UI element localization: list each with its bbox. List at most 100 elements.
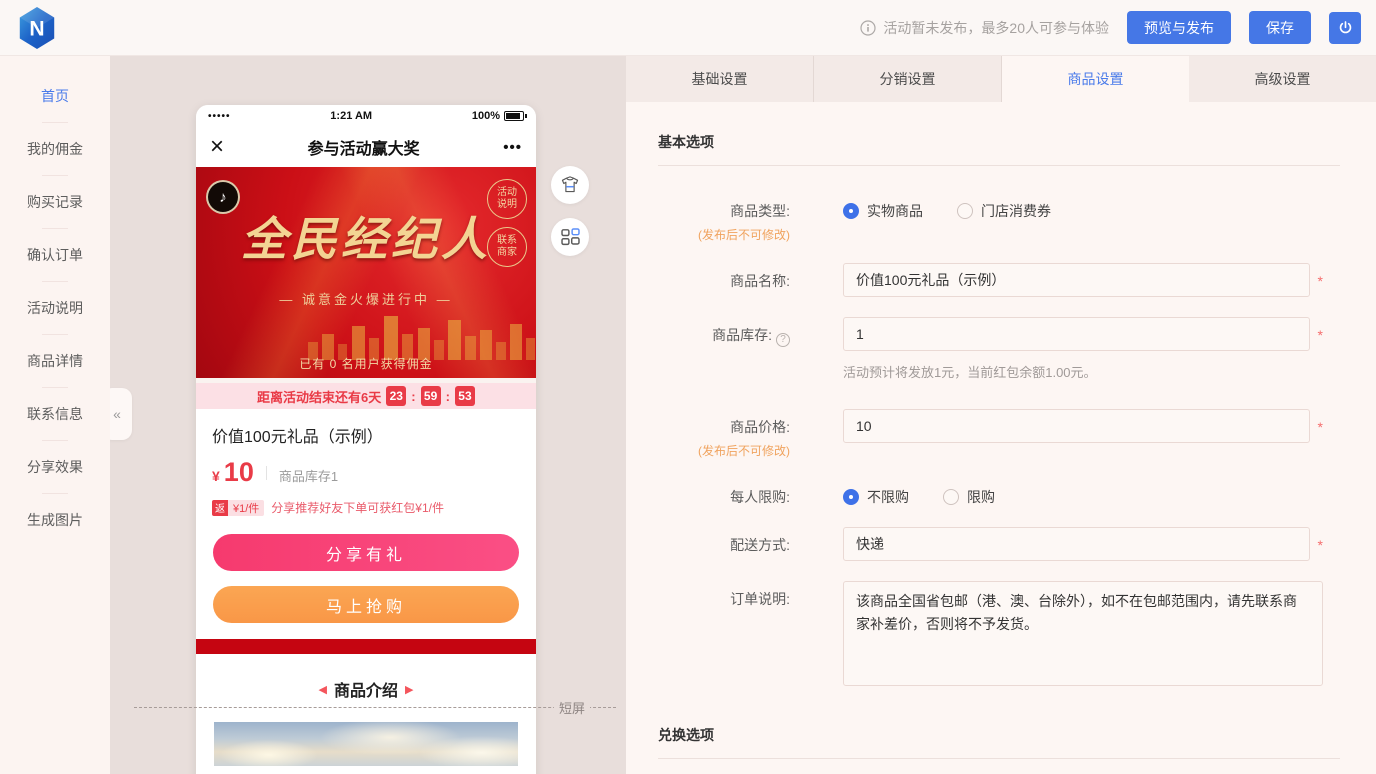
statusbar-time: 1:21 AM bbox=[330, 110, 373, 122]
product-name-input[interactable] bbox=[843, 263, 1310, 297]
info-icon bbox=[860, 19, 877, 36]
tab-product-settings[interactable]: 商品设置 bbox=[1002, 56, 1189, 102]
field-delivery-method: 配送方式: * bbox=[658, 527, 1340, 561]
field-label: 商品类型: bbox=[730, 203, 790, 219]
intro-title: 商品介绍 bbox=[333, 683, 398, 700]
skyline-graphic bbox=[308, 316, 535, 360]
radio-store-coupon[interactable]: 门店消费券 bbox=[957, 201, 1051, 221]
radio-icon bbox=[843, 489, 859, 505]
product-card: 价值100元礼品（示例） ¥ 10 商品库存1 返 ¥1/件 分享推荐好友下单可… bbox=[196, 409, 536, 532]
field-product-price: 商品价格: (发布后不可修改) * bbox=[658, 409, 1340, 459]
power-button[interactable] bbox=[1329, 11, 1361, 44]
theme-style-button[interactable] bbox=[551, 166, 589, 204]
field-note: (发布后不可修改) bbox=[698, 444, 790, 458]
required-marker: * bbox=[1317, 327, 1323, 343]
sidebar-item-share-effect[interactable]: 分享效果 bbox=[0, 441, 110, 493]
buy-now-button[interactable]: 马上抢购 bbox=[213, 586, 519, 623]
preview-publish-button[interactable]: 预览与发布 bbox=[1127, 11, 1231, 44]
signal-dots-icon: ••••• bbox=[208, 110, 231, 122]
short-screen-guide-line bbox=[134, 707, 616, 708]
banner-stats: 已有 0 名用户获得佣金 bbox=[299, 357, 433, 371]
order-note-textarea[interactable]: 该商品全国省包邮（港、澳、台除外），如不在包邮范围内，请先联系商家补差价，否则将… bbox=[843, 581, 1323, 686]
sidebar-item-activity-note[interactable]: 活动说明 bbox=[0, 282, 110, 334]
tab-basic-settings[interactable]: 基础设置 bbox=[626, 56, 814, 102]
required-marker: * bbox=[1317, 419, 1323, 435]
field-label: 订单说明: bbox=[730, 591, 790, 607]
power-icon bbox=[1339, 21, 1351, 34]
battery-percent: 100% bbox=[471, 110, 500, 122]
section-basic-options: 基本选项 bbox=[658, 134, 714, 150]
preview-canvas: « ••••• 1:21 AM 100% × 参与活动赢大奖 ••• ♪ 活动 … bbox=[110, 56, 626, 774]
required-marker: * bbox=[1317, 273, 1323, 289]
radio-physical-product[interactable]: 实物商品 bbox=[843, 201, 923, 221]
countdown-seconds: 53 bbox=[454, 386, 475, 406]
sidebar-collapse-handle[interactable]: « bbox=[110, 388, 132, 440]
rebate-tag: 返 bbox=[212, 499, 228, 516]
banner-title: 全民经纪人 bbox=[241, 212, 491, 266]
radio-icon bbox=[843, 203, 859, 219]
layout-components-button[interactable] bbox=[551, 218, 589, 256]
field-label: 每人限购: bbox=[730, 489, 790, 505]
sidebar-item-contact-info[interactable]: 联系信息 bbox=[0, 388, 110, 440]
product-stock: 商品库存1 bbox=[278, 469, 339, 484]
tab-advanced-settings[interactable]: 高级设置 bbox=[1189, 56, 1376, 102]
section-exchange-options: 兑换选项 bbox=[658, 727, 714, 743]
field-label: 商品库存: bbox=[712, 327, 772, 343]
product-stock-input[interactable] bbox=[843, 317, 1310, 351]
countdown-minutes: 59 bbox=[420, 386, 441, 406]
rebate-description: 分享推荐好友下单可获红包¥1/件 bbox=[271, 501, 444, 515]
product-price-input[interactable] bbox=[843, 409, 1310, 443]
radio-icon bbox=[957, 203, 973, 219]
close-icon[interactable]: × bbox=[210, 135, 224, 159]
contact-merchant-badge[interactable]: 联系 商家 bbox=[487, 227, 527, 267]
help-icon[interactable]: ? bbox=[776, 332, 790, 347]
left-arrow-icon: ◀ bbox=[318, 683, 327, 696]
settings-panel: 基础设置 分销设置 商品设置 高级设置 基本选项 商品类型: (发布后不可修改)… bbox=[626, 56, 1376, 774]
app-logo-icon: N bbox=[19, 6, 55, 49]
countdown-bar: 距离活动结束还有6天 23 : 59 : 53 bbox=[196, 383, 536, 409]
publish-status-text: 活动暂未发布，最多20人可参与体验 bbox=[883, 19, 1109, 36]
activity-banner: ♪ 活动 说明 联系 商家 全民经纪人 — 诚意金火爆进行中 — 已有 0 名用… bbox=[196, 167, 536, 378]
section-divider bbox=[658, 165, 1340, 166]
radio-icon bbox=[943, 489, 959, 505]
phone-preview: ••••• 1:21 AM 100% × 参与活动赢大奖 ••• ♪ 活动 说明… bbox=[196, 105, 536, 774]
sidebar-item-purchase-record[interactable]: 购买记录 bbox=[0, 176, 110, 228]
battery-icon bbox=[504, 111, 527, 121]
radio-no-limit[interactable]: 不限购 bbox=[843, 487, 909, 507]
sidebar-item-commission[interactable]: 我的佣金 bbox=[0, 123, 110, 175]
delivery-method-input[interactable] bbox=[843, 527, 1310, 561]
field-label: 配送方式: bbox=[730, 537, 790, 553]
action-buttons: 分享有礼 马上抢购 bbox=[196, 532, 536, 639]
music-icon[interactable]: ♪ bbox=[206, 180, 240, 214]
field-order-note: 订单说明: 该商品全国省包邮（港、澳、台除外），如不在包邮范围内，请先联系商家补… bbox=[658, 581, 1340, 691]
stock-help-text: 活动预计将发放1元，当前红包余额1.00元。 bbox=[843, 365, 1097, 380]
sidebar-item-home[interactable]: 首页 bbox=[0, 70, 110, 122]
activity-note-badge[interactable]: 活动 说明 bbox=[487, 179, 527, 219]
chevron-double-left-icon: « bbox=[113, 406, 121, 422]
save-button[interactable]: 保存 bbox=[1249, 11, 1311, 44]
divider bbox=[265, 465, 267, 480]
required-marker: * bbox=[1317, 537, 1323, 553]
right-arrow-icon: ▶ bbox=[405, 683, 414, 696]
settings-tabs: 基础设置 分销设置 商品设置 高级设置 bbox=[626, 56, 1376, 102]
rebate-amount: ¥1/件 bbox=[228, 499, 265, 516]
radio-limit[interactable]: 限购 bbox=[943, 487, 995, 507]
more-menu-icon[interactable]: ••• bbox=[503, 139, 522, 156]
field-note: (发布后不可修改) bbox=[698, 228, 790, 242]
countdown-hours: 23 bbox=[386, 386, 407, 406]
sidebar-item-generate-image[interactable]: 生成图片 bbox=[0, 494, 110, 546]
sidebar-item-confirm-order[interactable]: 确认订单 bbox=[0, 229, 110, 281]
product-price: 10 bbox=[223, 457, 254, 487]
sidebar-item-product-detail[interactable]: 商品详情 bbox=[0, 335, 110, 387]
share-gift-button[interactable]: 分享有礼 bbox=[213, 534, 519, 571]
short-screen-label: 短屏 bbox=[554, 698, 591, 717]
tab-distribution-settings[interactable]: 分销设置 bbox=[814, 56, 1002, 102]
publish-status: 活动暂未发布，最多20人可参与体验 bbox=[860, 18, 1109, 38]
field-label: 商品名称: bbox=[730, 273, 790, 289]
product-intro-image bbox=[214, 722, 518, 766]
phone-statusbar: ••••• 1:21 AM 100% bbox=[196, 105, 536, 127]
countdown-text: 距离活动结束还有6天 bbox=[257, 389, 382, 405]
tshirt-icon bbox=[561, 176, 579, 193]
product-intro-section: ◀ 商品介绍 ▶ bbox=[196, 654, 536, 774]
topbar: N 活动暂未发布，最多20人可参与体验 预览与发布 保存 bbox=[0, 0, 1376, 56]
